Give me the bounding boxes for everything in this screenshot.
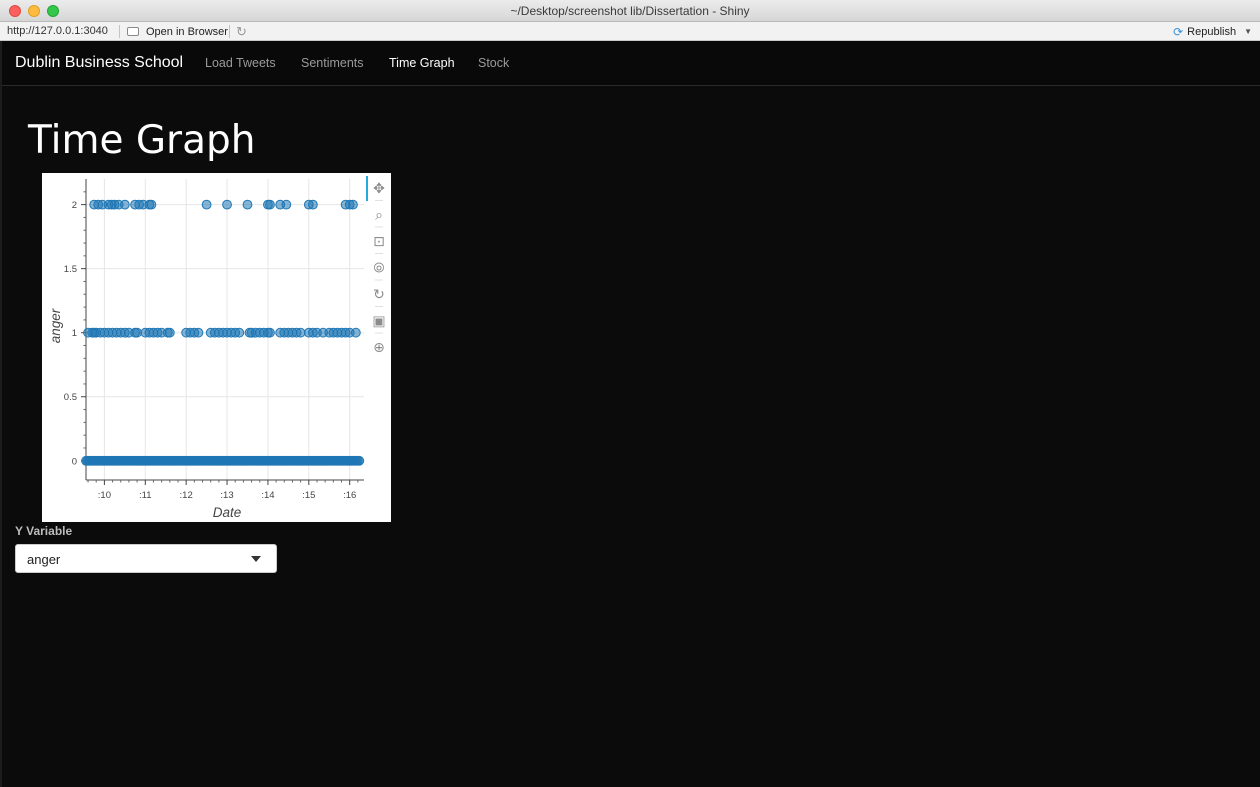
crosshair-icon: ⊕ [373, 340, 385, 356]
x-tick-label: :16 [343, 490, 356, 501]
open-in-browser-label: Open in Browser [146, 25, 228, 38]
divider [229, 25, 230, 38]
data-point [350, 327, 361, 338]
y-variable-select[interactable]: anger [15, 544, 277, 573]
plot-canvas[interactable]: 0 0.5 1 1.5 2 :10 :11 :12 :13 :14 :15 :16 Date anger ✥… [42, 173, 391, 522]
reset-icon: ↻ [373, 287, 385, 303]
data-point [146, 199, 157, 210]
x-tick-label: :12 [180, 490, 193, 501]
data-point [265, 327, 275, 338]
box-zoom-icon: ⌕ [375, 208, 383, 224]
nav-item-load-tweets[interactable]: Load Tweets [205, 56, 276, 70]
republish-label: Republish [1187, 25, 1237, 38]
url-text[interactable]: http://127.0.0.1:3040 [7, 25, 108, 37]
pan-icon: ✥ [373, 181, 385, 197]
y-axis-label: anger [48, 308, 63, 343]
data-point [164, 327, 175, 338]
brand[interactable]: Dublin Business School [15, 54, 183, 72]
browser-window-icon [127, 27, 139, 36]
publish-icon: ⟳ [1173, 24, 1184, 39]
data-point [234, 327, 245, 338]
refresh-icon[interactable]: ↻ [236, 24, 247, 39]
data-point [193, 327, 204, 338]
save-icon: ▣ [372, 314, 385, 330]
page-title: Time Graph [28, 118, 256, 163]
x-tick-label: :11 [139, 490, 152, 501]
data-point [201, 199, 212, 210]
data-point [119, 199, 130, 210]
nav-item-sentiments[interactable]: Sentiments [301, 56, 364, 70]
y-variable-label: Y Variable [15, 524, 73, 538]
open-in-browser-button[interactable]: Open in Browser [127, 24, 228, 39]
data-point [281, 199, 292, 210]
x-tick-label: :14 [261, 490, 274, 501]
x-axis-label: Date [213, 505, 242, 520]
data-point [132, 327, 143, 338]
y-tick-label: 1 [72, 328, 77, 339]
data-point [242, 199, 253, 210]
x-tick-label: :13 [220, 490, 233, 501]
x-tick-label: :15 [302, 490, 315, 501]
data-point [354, 455, 365, 466]
republish-button[interactable]: ⟳ Republish ▼ [1173, 24, 1252, 39]
scatter-plot[interactable]: 0 0.5 1 1.5 2 :10 :11 :12 :13 :14 :15 :16 Date anger ✥… [42, 173, 391, 522]
data-point [307, 199, 318, 210]
y-tick-label: 0.5 [64, 392, 77, 403]
divider [119, 25, 120, 38]
window-title: ~/Desktop/screenshot lib/Dissertation - … [510, 4, 750, 18]
data-point [265, 199, 275, 210]
x-tick-label: :10 [98, 490, 111, 501]
viewer-toolbar: http://127.0.0.1:3040 Open in Browser ↻ … [0, 22, 1260, 41]
y-tick-label: 0 [72, 456, 77, 467]
left-border [0, 41, 2, 787]
data-point [222, 199, 232, 210]
navbar: Dublin Business School Load Tweets Senti… [2, 41, 1260, 86]
y-tick-label: 2 [72, 200, 77, 211]
wheel-zoom-icon: ⊡ [373, 234, 385, 250]
chevron-down-icon: ▼ [1244, 27, 1252, 36]
chevron-down-icon [251, 556, 261, 562]
y-tick-label: 1.5 [64, 264, 77, 275]
nav-item-time-graph[interactable]: Time Graph [389, 56, 455, 70]
data-point [348, 199, 358, 210]
y-variable-value: anger [27, 552, 61, 567]
data-point [295, 327, 306, 338]
window-titlebar: ~/Desktop/screenshot lib/Dissertation - … [0, 0, 1260, 22]
nav-item-stock[interactable]: Stock [478, 56, 509, 70]
hover-icon: ⦾ [373, 261, 384, 277]
